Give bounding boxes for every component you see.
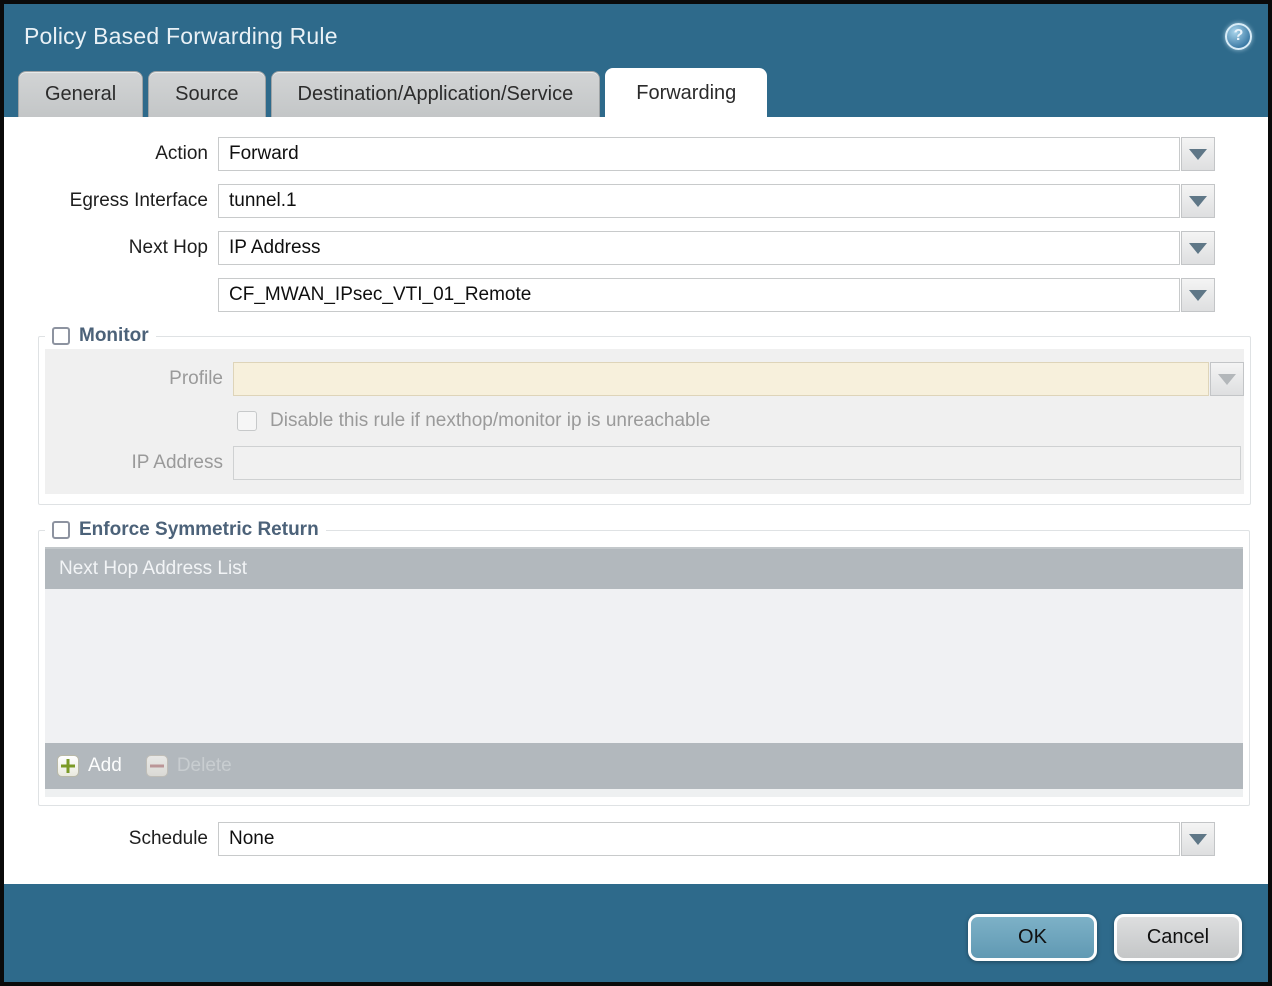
egress-interface-dropdown-button[interactable]: [1181, 184, 1215, 218]
dialog-titlebar: Policy Based Forwarding Rule ?: [4, 4, 1268, 68]
delete-minus-icon: [146, 755, 168, 777]
enforce-symmetric-return-fieldset: Enforce Symmetric Return Next Hop Addres…: [38, 519, 1250, 806]
profile-select: [233, 362, 1209, 396]
tab-forwarding[interactable]: Forwarding: [605, 68, 767, 117]
monitor-legend: Monitor: [45, 325, 156, 347]
cancel-button[interactable]: Cancel: [1114, 914, 1242, 961]
chevron-down-icon: [1189, 196, 1207, 207]
action-select[interactable]: Forward: [218, 137, 1180, 171]
next-hop-address-list-body[interactable]: [45, 589, 1243, 743]
chevron-down-icon: [1218, 374, 1236, 385]
next-hop-address-list-footer: Add Delete: [45, 743, 1243, 789]
egress-interface-row: Egress Interface tunnel.1: [4, 184, 1268, 218]
tab-bar: General Source Destination/Application/S…: [4, 68, 1268, 117]
schedule-dropdown-button[interactable]: [1181, 822, 1215, 856]
monitor-ip-address-input: [233, 446, 1241, 480]
schedule-row: Schedule None: [4, 822, 1268, 856]
tab-general[interactable]: General: [18, 71, 143, 117]
next-hop-row: Next Hop IP Address: [4, 231, 1268, 265]
help-icon[interactable]: ?: [1225, 23, 1252, 50]
ok-button[interactable]: OK: [968, 914, 1097, 961]
action-row: Action Forward: [4, 137, 1268, 171]
next-hop-address-row: CF_MWAN_IPsec_VTI_01_Remote: [4, 278, 1268, 312]
monitor-checkbox[interactable]: [52, 327, 70, 345]
monitor-legend-label: Monitor: [79, 325, 149, 347]
schedule-select[interactable]: None: [218, 822, 1180, 856]
disable-rule-checkbox: [237, 411, 257, 431]
forwarding-tab-panel: Action Forward Egress Interface tunnel.1…: [4, 117, 1268, 884]
next-hop-label: Next Hop: [4, 237, 208, 259]
monitor-panel: Profile Disable this rule if nexthop/mon…: [45, 349, 1244, 494]
chevron-down-icon: [1189, 149, 1207, 160]
add-plus-icon: [57, 755, 79, 777]
table-bottom-strip: [45, 789, 1243, 797]
next-hop-type-select[interactable]: IP Address: [218, 231, 1180, 265]
chevron-down-icon: [1189, 834, 1207, 845]
enforce-symmetric-return-legend: Enforce Symmetric Return: [45, 519, 326, 541]
add-button-label: Add: [88, 755, 122, 777]
schedule-label: Schedule: [4, 828, 208, 850]
egress-interface-label: Egress Interface: [4, 190, 208, 212]
next-hop-type-dropdown-button[interactable]: [1181, 231, 1215, 265]
delete-button: Delete: [146, 755, 232, 777]
enforce-symmetric-return-legend-label: Enforce Symmetric Return: [79, 519, 319, 541]
monitor-ip-address-label: IP Address: [45, 452, 223, 474]
pbf-rule-dialog: Policy Based Forwarding Rule ? General S…: [4, 4, 1268, 982]
next-hop-address-select[interactable]: CF_MWAN_IPsec_VTI_01_Remote: [218, 278, 1180, 312]
profile-label: Profile: [45, 368, 223, 390]
chevron-down-icon: [1189, 290, 1207, 301]
profile-dropdown-button: [1210, 362, 1244, 396]
chevron-down-icon: [1189, 243, 1207, 254]
action-label: Action: [4, 143, 208, 165]
next-hop-address-list-header: Next Hop Address List: [45, 547, 1243, 589]
next-hop-address-dropdown-button[interactable]: [1181, 278, 1215, 312]
monitor-fieldset: Monitor Profile Disable this rule if nex…: [38, 325, 1251, 505]
disable-rule-label: Disable this rule if nexthop/monitor ip …: [270, 410, 710, 432]
delete-button-label: Delete: [177, 755, 232, 777]
egress-interface-select[interactable]: tunnel.1: [218, 184, 1180, 218]
tab-destination-application-service[interactable]: Destination/Application/Service: [271, 71, 601, 117]
tab-source[interactable]: Source: [148, 71, 265, 117]
profile-row: Profile: [45, 362, 1244, 396]
monitor-ip-address-row: IP Address: [45, 446, 1244, 480]
dialog-footer-buttons: OK Cancel: [968, 914, 1242, 961]
next-hop-address-list-table: Next Hop Address List Add Delete: [45, 547, 1243, 797]
dialog-title: Policy Based Forwarding Rule: [24, 23, 1225, 50]
action-dropdown-button[interactable]: [1181, 137, 1215, 171]
add-button[interactable]: Add: [57, 755, 122, 777]
enforce-symmetric-return-checkbox[interactable]: [52, 521, 70, 539]
disable-rule-row: Disable this rule if nexthop/monitor ip …: [237, 410, 1244, 432]
